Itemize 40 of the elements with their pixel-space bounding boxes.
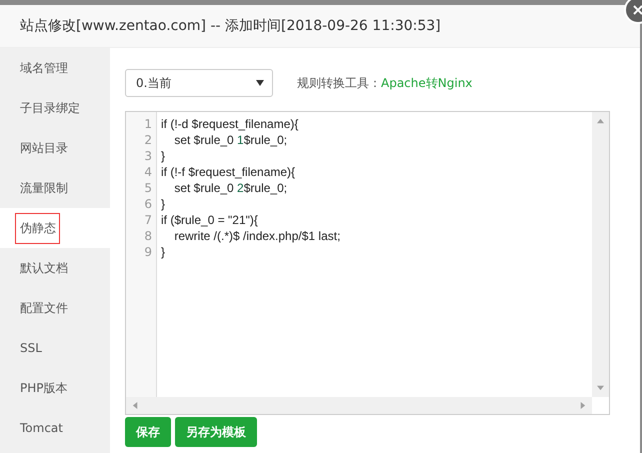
template-select[interactable]: 0.当前 xyxy=(125,69,273,97)
sidebar-item[interactable]: 域名管理 xyxy=(0,48,110,88)
line-number: 7 xyxy=(143,212,153,228)
line-number: 8 xyxy=(143,228,153,244)
code-line: set $rule_0 1$rule_0; xyxy=(173,132,288,148)
sidebar-item[interactable]: 流量限制 xyxy=(0,168,110,208)
line-number: 3 xyxy=(143,148,153,164)
scroll-left-icon[interactable] xyxy=(132,402,139,409)
scroll-down-icon[interactable] xyxy=(597,384,604,391)
vertical-scrollbar[interactable] xyxy=(592,112,609,397)
sidebar-item[interactable]: 配置文件 xyxy=(0,288,110,328)
scroll-right-icon[interactable] xyxy=(579,402,586,409)
converter-label: 规则转换工具：Apache转Nginx xyxy=(297,74,472,92)
sidebar-item[interactable]: Tomcat xyxy=(0,408,110,448)
sidebar-item[interactable]: 伪静态 xyxy=(0,208,110,248)
code-editor[interactable]: 1 2 3 4 5 6 7 8 9 if (!-d $request_filename){ set $rule_0 1$rule_0; } if (!-f $request_filename){ set $rule_0 2$rule_0; } if ($rule_0 = "21"){ rewrite /(.*)$ /index.php/$1 last; } xyxy=(125,111,610,415)
window-title: 站点修改[www.zentao.com] -- 添加时间[2018-09-26 11:30:53] xyxy=(0,5,640,48)
line-number: 9 xyxy=(143,244,153,260)
sidebar-item[interactable]: 默认文档 xyxy=(0,248,110,288)
line-number: 4 xyxy=(143,164,153,180)
scroll-up-icon[interactable] xyxy=(597,118,604,125)
close-icon xyxy=(633,5,642,15)
horizontal-scrollbar[interactable] xyxy=(126,397,592,414)
code-line: if (!-d $request_filename){ xyxy=(161,116,300,132)
line-number: 5 xyxy=(143,180,153,196)
code-line: rewrite /(.*)$ /index.php/$1 last; xyxy=(173,228,342,244)
code-line: } xyxy=(161,148,166,164)
caret-icon xyxy=(256,80,264,86)
line-number: 6 xyxy=(143,196,153,212)
sidebar-item[interactable]: PHP版本 xyxy=(0,368,110,408)
sidebar-item[interactable]: 子目录绑定 xyxy=(0,88,110,128)
code-line: set $rule_0 2$rule_0; xyxy=(173,180,288,196)
sidebar-item[interactable]: SSL xyxy=(0,328,110,368)
code-line: if ($rule_0 = "21"){ xyxy=(161,212,259,228)
code-line: if (!-f $request_filename){ xyxy=(161,164,296,180)
code-line: } xyxy=(161,244,166,260)
code-line: } xyxy=(161,196,166,212)
line-number: 2 xyxy=(143,132,153,148)
line-number: 1 xyxy=(143,116,153,132)
sidebar-item[interactable]: 网站目录 xyxy=(0,128,110,168)
